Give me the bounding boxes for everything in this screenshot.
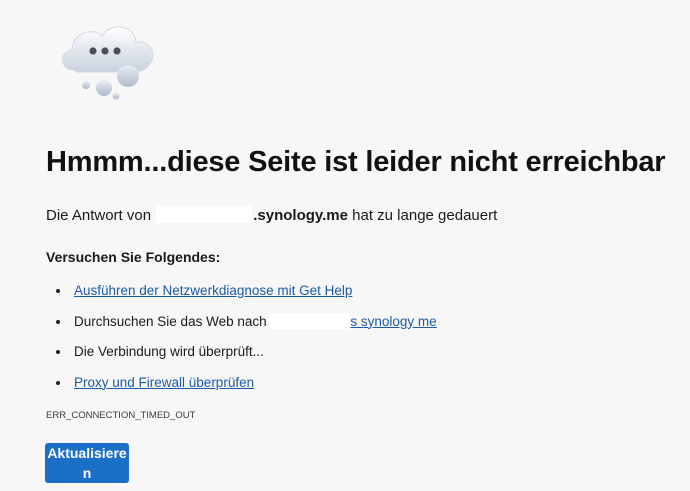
bullet-icon bbox=[56, 289, 60, 293]
search-web-text: Durchsuchen Sie das Web nach bbox=[74, 313, 267, 329]
reload-button[interactable]: Aktualisieren bbox=[45, 443, 129, 483]
redacted-search-term bbox=[270, 312, 351, 329]
bullet-icon bbox=[56, 380, 60, 385]
redacted-host bbox=[156, 206, 253, 223]
response-suffix: hat zu lange gedauert bbox=[352, 207, 498, 224]
list-item: Proxy und Firewall überprüfen bbox=[56, 368, 437, 399]
bullet-icon bbox=[56, 350, 60, 354]
cloud-thinking-icon bbox=[52, 16, 162, 102]
error-code: ERR_CONNECTION_TIMED_OUT bbox=[46, 410, 196, 421]
list-item: Durchsuchen Sie das Web nach s synology … bbox=[56, 307, 437, 338]
suggestions-list: Ausführen der Netzwerkdiagnose mit Get H… bbox=[56, 276, 437, 398]
search-web-link[interactable]: s synology me bbox=[350, 314, 436, 329]
check-connection-text: Die Verbindung wird überprüft... bbox=[74, 344, 264, 359]
page-title: Hmmm...diese Seite ist leider nicht erre… bbox=[46, 146, 666, 178]
suggestions-heading: Versuchen Sie Folgendes: bbox=[46, 249, 221, 265]
response-prefix: Die Antwort von bbox=[46, 207, 152, 224]
bullet-icon bbox=[56, 319, 60, 324]
error-description: Die Antwort von .synology.me hat zu lang… bbox=[46, 206, 497, 224]
response-domain: .synology.me bbox=[253, 207, 348, 224]
network-diagnostics-link[interactable]: Ausführen der Netzwerkdiagnose mit Get H… bbox=[74, 283, 352, 298]
list-item: Ausführen der Netzwerkdiagnose mit Get H… bbox=[56, 276, 437, 307]
list-item: Die Verbindung wird überprüft... bbox=[56, 337, 437, 368]
proxy-firewall-link[interactable]: Proxy und Firewall überprüfen bbox=[74, 375, 254, 390]
